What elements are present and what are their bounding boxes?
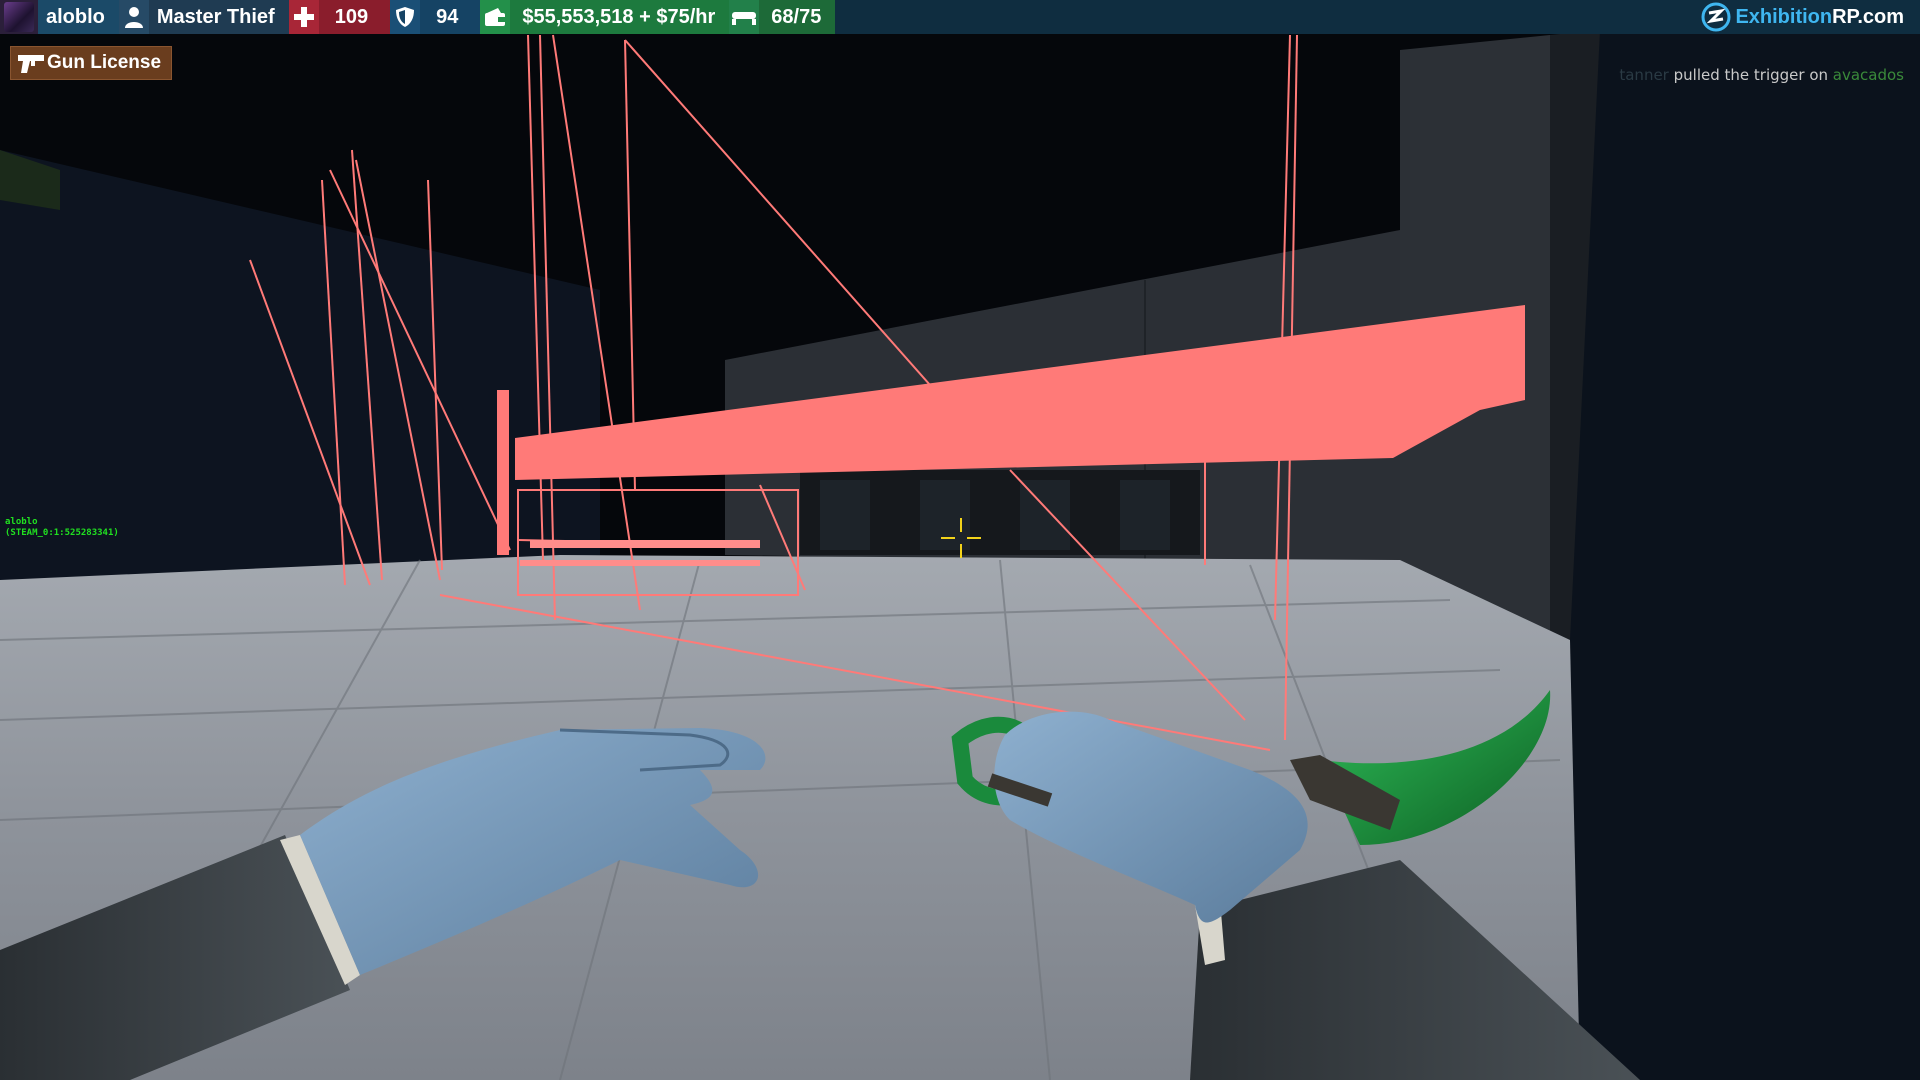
- door: [1020, 480, 1070, 550]
- player-overhead-tag: aloblo (STEAM_0:1:525283341): [5, 517, 119, 539]
- zone-bar: [520, 560, 760, 566]
- game-viewport: [0, 0, 1920, 1080]
- person-icon: [118, 0, 149, 34]
- money-value: $55,553,518 + $75/hr: [522, 5, 716, 28]
- avatar-image: [4, 2, 34, 32]
- player-name-segment: aloblo: [38, 0, 119, 34]
- player-name: aloblo: [46, 5, 105, 28]
- brand-name-part2: RP.com: [1832, 5, 1904, 28]
- money-segment: $55,553,518 + $75/hr: [480, 0, 730, 34]
- wallet-icon: [480, 0, 511, 34]
- right-wall: [1570, 30, 1920, 1080]
- gun-license-label: Gun License: [47, 52, 162, 73]
- brand-name-part1: Exhibition: [1735, 5, 1833, 28]
- armor-value: 94: [436, 5, 459, 28]
- gun-license-badge: Gun License: [10, 46, 173, 80]
- killfeed-victim: avacados: [1832, 66, 1904, 84]
- health-value: 109: [334, 5, 369, 28]
- armor-segment: 94: [390, 0, 481, 34]
- shield-icon: [390, 0, 421, 34]
- pistol-icon: [15, 49, 47, 77]
- brand-logo-icon: [1701, 2, 1731, 32]
- door: [1120, 480, 1170, 550]
- job-segment: Master Thief: [118, 0, 289, 34]
- player-tag-name: aloblo: [5, 517, 38, 527]
- brand-logo: Exhibition RP.com: [1695, 0, 1920, 34]
- hud-spacer: [835, 0, 1695, 34]
- killfeed-action: pulled the trigger on: [1673, 66, 1828, 84]
- food-icon: [729, 0, 760, 34]
- job-title: Master Thief: [156, 5, 275, 28]
- hud-top-bar: aloblo Master Thief 109 94 $55,553,518 +…: [0, 0, 1920, 34]
- player-avatar: [0, 0, 38, 34]
- killfeed-attacker: tanner: [1619, 66, 1669, 84]
- hunger-value: 68/75: [771, 5, 822, 28]
- door: [920, 480, 970, 550]
- player-tag-steamid: (STEAM_0:1:525283341): [5, 528, 119, 538]
- hunger-segment: 68/75: [729, 0, 836, 34]
- killfeed-entry: tanner pulled the trigger on avacados: [1619, 66, 1904, 84]
- door: [820, 480, 870, 550]
- health-cross-icon: [288, 0, 319, 34]
- health-segment: 109: [288, 0, 391, 34]
- zone-post: [497, 390, 509, 555]
- zone-bar: [530, 540, 760, 548]
